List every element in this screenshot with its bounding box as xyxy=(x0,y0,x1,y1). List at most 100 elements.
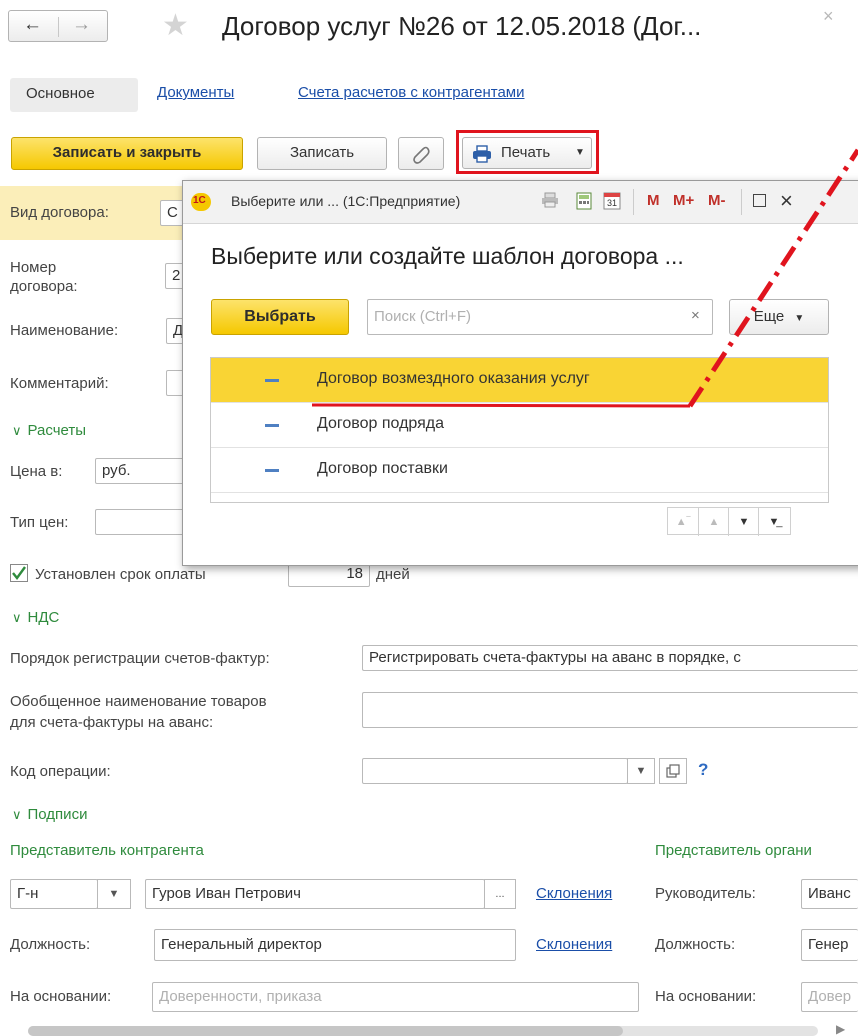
head-label: Руководитель: xyxy=(655,885,756,902)
section-calculations[interactable]: ∨ Расчеты xyxy=(12,422,86,439)
horizontal-scrollbar[interactable] xyxy=(28,1026,818,1036)
chevron-down-icon: ▼ xyxy=(794,313,805,324)
position-label: Должность: xyxy=(10,936,91,953)
chevron-down-icon: ∨ xyxy=(12,423,22,438)
print-button[interactable]: Печать ▼ xyxy=(462,137,592,169)
list-item-icon xyxy=(265,424,279,427)
price-type-label: Тип цен: xyxy=(10,514,69,531)
move-last-icon[interactable]: ▼̲ xyxy=(758,508,789,536)
scroll-right-icon[interactable]: ▶ xyxy=(836,1022,845,1036)
memory-mminus-button[interactable]: M- xyxy=(708,192,726,209)
favorite-star-icon[interactable]: ★ xyxy=(162,8,189,43)
template-select-dialog: 1С Выберите или ... (1С:Предприятие) 31 … xyxy=(182,180,858,566)
page-title: Договор услуг №26 от 12.05.2018 (Дог... xyxy=(222,11,702,41)
list-item-selected[interactable]: Договор возмездного оказания услуг xyxy=(211,358,828,403)
chevron-down-icon: ∨ xyxy=(12,807,22,822)
scrollbar-thumb[interactable] xyxy=(28,1026,623,1036)
calendar-day: 31 xyxy=(607,198,618,208)
comment-label: Комментарий: xyxy=(10,375,109,392)
position-label-2: Должность: xyxy=(655,936,736,953)
maximize-icon[interactable] xyxy=(753,194,766,207)
head-field[interactable]: Иванс xyxy=(801,879,858,909)
op-code-dropdown-button[interactable]: ▼ xyxy=(627,758,655,784)
invoice-order-label: Порядок регистрации счетов-фактур: xyxy=(10,650,270,667)
search-clear-icon[interactable]: × xyxy=(691,307,700,324)
dialog-heading: Выберите или создайте шаблон договора ..… xyxy=(211,243,684,269)
tab-documents[interactable]: Документы xyxy=(157,84,234,101)
save-button[interactable]: Записать xyxy=(257,137,387,170)
dialog-window-title: Выберите или ... (1С:Предприятие) xyxy=(231,193,461,209)
open-window-icon xyxy=(666,764,680,778)
tb-separator xyxy=(633,189,634,215)
contractor-rep-heading: Представитель контрагента xyxy=(10,842,204,859)
dialog-titlebar: 1С Выберите или ... (1С:Предприятие) 31 … xyxy=(183,181,858,224)
declensions-link-1[interactable]: Склонения xyxy=(536,885,612,902)
list-item[interactable]: Договор подряда xyxy=(211,403,828,448)
title-field[interactable]: Г-н xyxy=(10,879,98,909)
more-button-label: Еще xyxy=(753,308,785,325)
nav-divider xyxy=(58,17,59,37)
tab-main[interactable]: Основное xyxy=(10,78,138,112)
move-first-icon[interactable]: ▲‾ xyxy=(668,508,698,536)
generic-name-label-2: для счета-фактуры на аванс: xyxy=(10,714,214,731)
section-signatures[interactable]: ∨ Подписи xyxy=(12,806,87,823)
basis-field-2[interactable]: Довер xyxy=(801,982,858,1012)
move-up-icon[interactable]: ▲ xyxy=(698,508,729,536)
move-down-icon[interactable]: ▼ xyxy=(728,508,759,536)
list-item-label: Договор поставки xyxy=(317,460,448,477)
list-item-label: Договор возмездного оказания услуг xyxy=(317,370,590,387)
calculator-icon[interactable] xyxy=(576,192,592,213)
price-type-field[interactable] xyxy=(95,509,195,535)
title-dropdown-button[interactable]: ▼ xyxy=(97,879,131,909)
payment-term-unit: дней xyxy=(376,566,410,583)
invoice-order-field[interactable]: Регистрировать счета-фактуры на аванс в … xyxy=(362,645,858,671)
memory-mplus-button[interactable]: M+ xyxy=(673,192,694,209)
memory-m-button[interactable]: M xyxy=(647,192,660,209)
print-button-label: Печать xyxy=(501,144,551,161)
number-label-text: Номер договора: xyxy=(10,259,78,295)
more-button[interactable]: Еще ▼ xyxy=(729,299,829,335)
op-code-open-button[interactable] xyxy=(659,758,687,784)
position-field[interactable]: Генеральный директор xyxy=(154,929,516,961)
price-in-field[interactable]: руб. xyxy=(95,458,195,484)
basis-field[interactable]: Доверенности, приказа xyxy=(152,982,639,1012)
op-code-label: Код операции: xyxy=(10,763,111,780)
save-and-close-button[interactable]: Записать и закрыть xyxy=(11,137,243,170)
payment-term-checkbox[interactable] xyxy=(10,564,28,582)
section-vat[interactable]: ∨ НДС xyxy=(12,609,59,626)
section-signatures-label: Подписи xyxy=(27,806,88,823)
list-item[interactable]: Договор поставки xyxy=(211,448,828,493)
section-vat-label: НДС xyxy=(27,609,60,626)
paperclip-icon xyxy=(413,146,430,164)
rep-name-field[interactable]: Гуров Иван Петрович xyxy=(145,879,485,909)
basis-label-2: На основании: xyxy=(655,988,757,1005)
position-field-2[interactable]: Генер xyxy=(801,929,858,961)
forward-icon[interactable]: → xyxy=(72,14,91,36)
select-button[interactable]: Выбрать xyxy=(211,299,349,335)
printer-icon xyxy=(473,145,491,163)
close-icon[interactable]: × xyxy=(823,6,834,27)
contract-type-label: Вид договора: xyxy=(10,204,109,221)
payment-term-label: Установлен срок оплаты xyxy=(35,566,206,583)
list-item-label: Договор подряда xyxy=(317,415,445,432)
list-item-icon xyxy=(265,469,279,472)
nav-buttons: ← → xyxy=(8,10,108,42)
price-in-label: Цена в: xyxy=(10,463,63,480)
dialog-close-icon[interactable]: × xyxy=(780,188,793,214)
attach-button[interactable] xyxy=(398,137,444,170)
search-input[interactable]: Поиск (Ctrl+F) xyxy=(367,299,713,335)
list-navigation: ▲‾ ▲ ▼ ▼̲ xyxy=(667,507,791,536)
help-icon[interactable]: ? xyxy=(698,760,708,780)
printer-icon[interactable] xyxy=(541,192,559,211)
rep-name-select-button[interactable]: ... xyxy=(484,879,516,909)
tab-accounts[interactable]: Счета расчетов с контрагентами xyxy=(298,84,524,101)
back-icon[interactable]: ← xyxy=(23,14,42,36)
chevron-down-icon: ∨ xyxy=(12,610,22,625)
calendar-icon[interactable]: 31 xyxy=(603,190,621,213)
number-label: Номер договора: xyxy=(10,258,100,296)
generic-name-label-1: Обобщенное наименование товаров xyxy=(10,693,267,710)
declensions-link-2[interactable]: Склонения xyxy=(536,936,612,953)
generic-name-field[interactable] xyxy=(362,692,858,728)
name-label: Наименование: xyxy=(10,322,119,339)
op-code-field[interactable] xyxy=(362,758,628,784)
